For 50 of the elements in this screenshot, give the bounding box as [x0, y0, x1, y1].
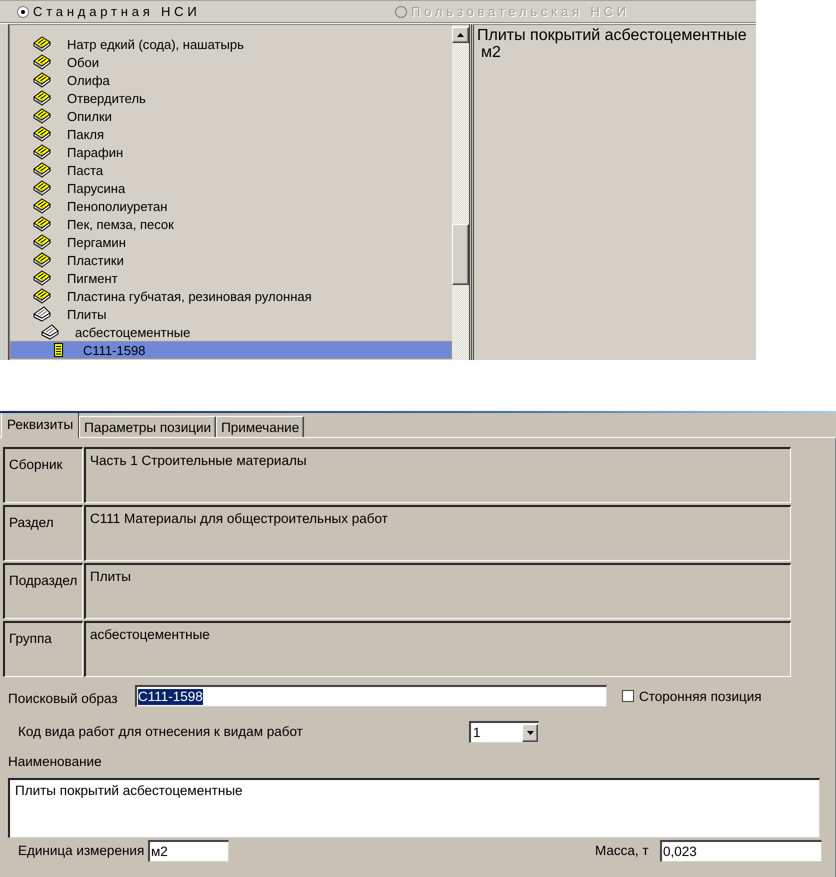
classification-label: Сборник	[3, 447, 83, 503]
tree-item[interactable]: Парафин	[10, 143, 452, 161]
classification-value: асбестоцементные	[84, 621, 791, 677]
tree-item[interactable]: Пластики	[10, 251, 452, 269]
tree-item[interactable]: Пластина губчатая, резиновая рулонная	[10, 287, 452, 305]
tree-item[interactable]: Парусина	[10, 179, 452, 197]
scroll-up-button[interactable]	[452, 27, 469, 43]
caret-down-icon	[526, 730, 534, 734]
tree-item[interactable]: Пенополиуретан	[10, 197, 452, 215]
classification-value: Плиты	[84, 563, 791, 619]
nsi-mode-radio[interactable]: Стандартная НСИ	[17, 4, 395, 19]
classification-label: Подраздел	[3, 563, 83, 619]
tab[interactable]: Реквизиты	[1, 413, 80, 438]
document-icon	[54, 343, 62, 357]
unit-label: Единица измерения	[18, 843, 146, 859]
scrollbar-track[interactable]	[452, 25, 469, 360]
unit-field[interactable]: м2	[148, 840, 229, 862]
tree-item[interactable]: Пергамин	[10, 233, 452, 251]
tree-item[interactable]: Опилки	[10, 107, 452, 125]
tree-item[interactable]: С111-1598	[10, 341, 452, 359]
classification-label: Группа	[3, 621, 83, 677]
classification-label: Раздел	[3, 505, 83, 561]
name-field[interactable]: Плиты покрытий асбестоцементные	[8, 778, 820, 838]
tree-item[interactable]: Обои	[10, 53, 452, 71]
tree-item[interactable]: Пек, пемза, песок	[10, 215, 452, 233]
tree-item[interactable]: Паста	[10, 161, 452, 179]
tree-item[interactable]: Пакля	[10, 125, 452, 143]
tree-item[interactable]: Пигмент	[10, 269, 452, 287]
scrollbar-thumb[interactable]	[452, 224, 469, 285]
tab[interactable]: Примечание	[216, 416, 304, 437]
tree-item[interactable]: Натр едкий (сода), нашатырь	[10, 35, 452, 53]
tree-item[interactable]: Плиты	[10, 305, 452, 323]
mass-label: Масса, т	[595, 843, 650, 859]
work-type-code-label: Код вида работ для отнесения к видам работ	[18, 724, 304, 740]
search-pattern-field[interactable]: С111-1598	[135, 685, 607, 707]
work-type-code-dropdown[interactable]: 1	[469, 721, 539, 743]
tree-item[interactable]: Олифа	[10, 71, 452, 89]
classification-value: С111 Материалы для общестроительных работ	[84, 505, 791, 561]
tab[interactable]: Параметры позиции	[79, 416, 216, 437]
name-label: Наименование	[8, 754, 102, 770]
classification-value: Часть 1 Строительные материалы	[84, 447, 791, 503]
tree-item[interactable]: Отвердитель	[10, 89, 452, 107]
third-party-checkbox[interactable]: Сторонняя позиция	[622, 688, 762, 704]
tree-item[interactable]: асбестоцементные	[10, 323, 452, 341]
preview-name-text: Плиты покрытий асбестоцементные	[477, 27, 747, 44]
search-pattern-label: Поисковый образ	[7, 691, 119, 707]
mass-field[interactable]: 0,023	[660, 840, 822, 862]
caret-up-icon	[457, 33, 464, 37]
dropdown-button[interactable]	[522, 724, 538, 742]
preview-unit-text: м2	[480, 44, 501, 61]
